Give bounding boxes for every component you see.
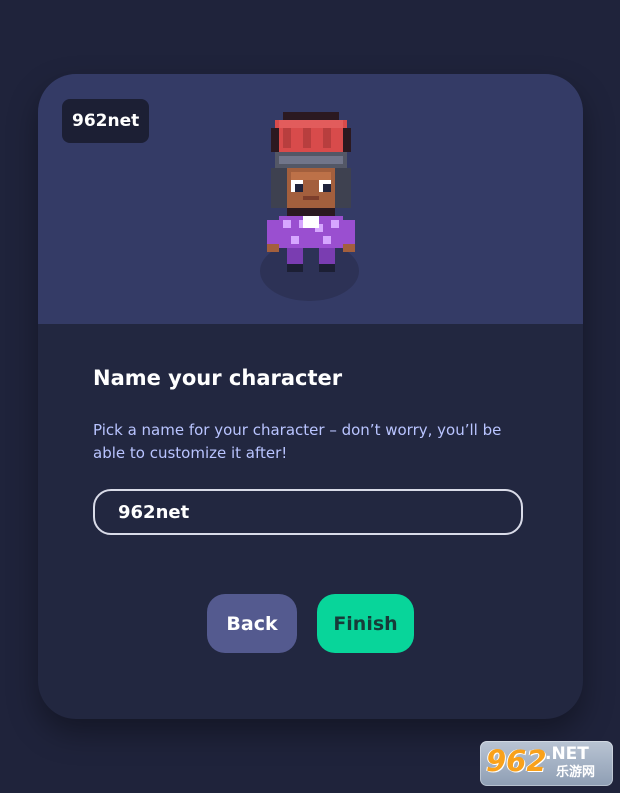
watermark-chinese: 乐游网 (556, 765, 596, 780)
back-button[interactable]: Back (207, 594, 297, 653)
character-preview: 962net (38, 74, 583, 324)
character-name-input[interactable] (93, 489, 523, 535)
character-creation-card: 962net Name your character Pick a name f… (38, 74, 583, 719)
watermark-number: 962 (486, 744, 547, 778)
pixel-character-icon (267, 112, 355, 272)
name-form: Name your character Pick a name for your… (93, 364, 533, 465)
watermark-suffix: .NET (545, 744, 589, 764)
character-name-tag: 962net (62, 99, 150, 143)
form-description: Pick a name for your character – don’t w… (93, 421, 502, 462)
site-watermark-logo: 962 .NET 乐游网 (480, 741, 613, 786)
page-title: Name your character (93, 366, 343, 390)
finish-button[interactable]: Finish (317, 594, 414, 653)
